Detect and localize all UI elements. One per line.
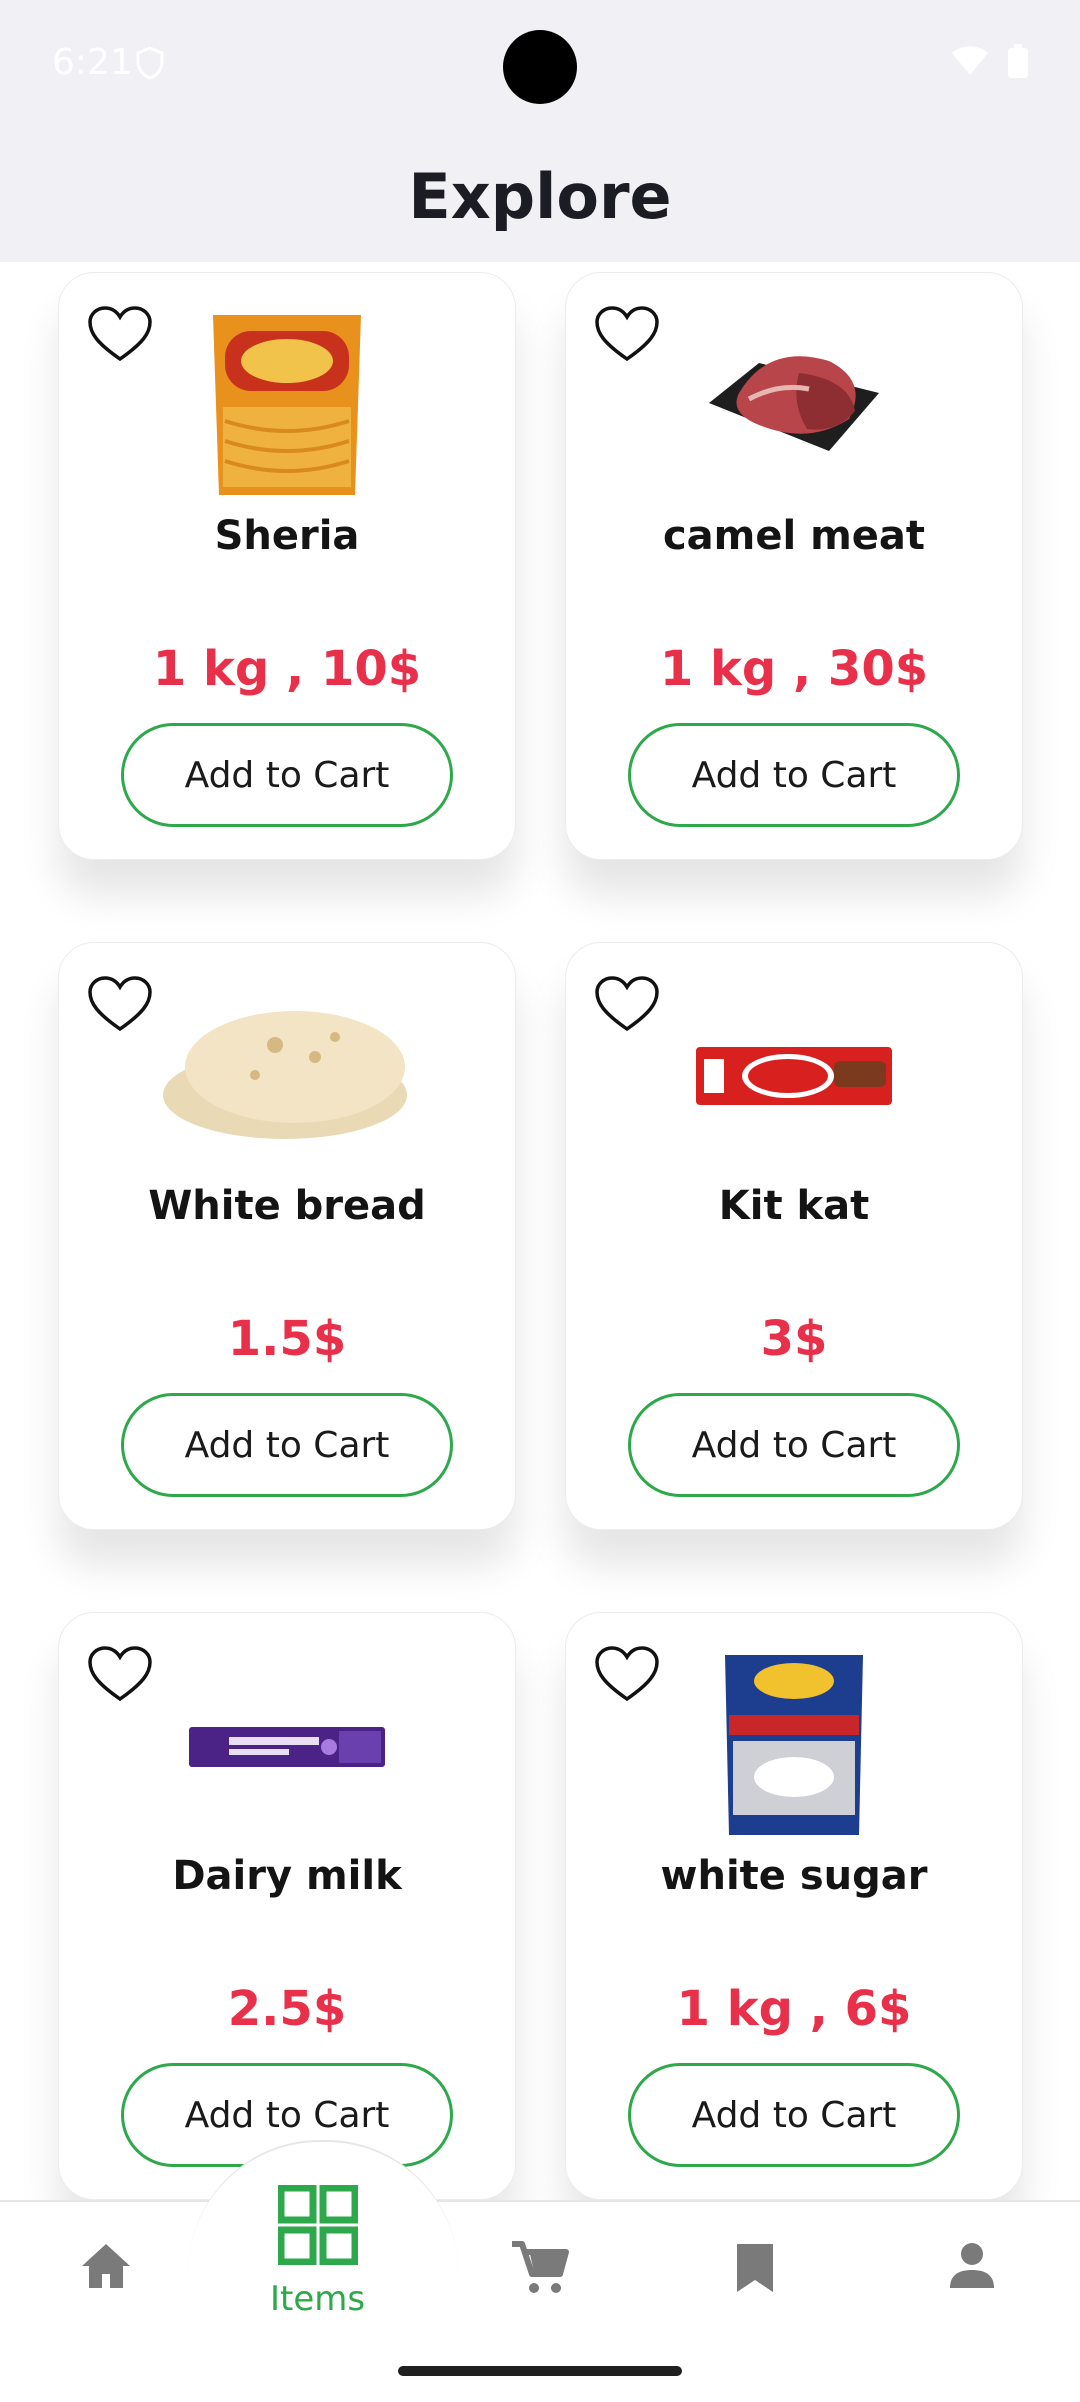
- nav-bookmarks[interactable]: [735, 2242, 775, 2298]
- product-price: 1.5$: [227, 1311, 347, 1367]
- nav-home[interactable]: [78, 2240, 134, 2296]
- product-price: 1 kg , 6$: [676, 1981, 912, 2037]
- camera-cutout: [503, 30, 577, 104]
- product-price: 1 kg , 30$: [659, 641, 929, 697]
- product-card[interactable]: Kit kat 3$ Add to Cart: [565, 942, 1023, 1530]
- vermicelli-bag-image: [205, 311, 369, 503]
- home-indicator: [398, 2366, 682, 2376]
- product-name: Sheria: [214, 513, 360, 559]
- product-name: Dairy milk: [172, 1853, 402, 1899]
- heart-icon[interactable]: [87, 975, 153, 1037]
- status-time: 6:21: [52, 42, 133, 83]
- status-bar: 6:21: [0, 0, 1080, 130]
- add-to-cart-button[interactable]: Add to Cart: [628, 723, 960, 827]
- product-card[interactable]: White bread 1.5$ Add to Cart: [58, 942, 516, 1530]
- nav-profile[interactable]: [948, 2242, 996, 2294]
- product-name: camel meat: [662, 513, 926, 559]
- bookmark-icon: [735, 2242, 775, 2298]
- nav-cart[interactable]: [510, 2240, 570, 2300]
- wifi-icon: [950, 45, 990, 81]
- heart-icon[interactable]: [594, 305, 660, 367]
- pita-bread-image: [155, 1005, 419, 1149]
- product-name: White bread: [148, 1183, 426, 1229]
- product-name: white sugar: [660, 1853, 928, 1899]
- add-to-cart-button[interactable]: Add to Cart: [121, 1393, 453, 1497]
- heart-icon[interactable]: [594, 975, 660, 1037]
- product-price: 1 kg , 10$: [152, 641, 422, 697]
- product-name: Kit kat: [718, 1183, 870, 1229]
- battery-icon: [1008, 44, 1028, 82]
- product-card[interactable]: white sugar 1 kg , 6$ Add to Cart: [565, 1612, 1023, 2200]
- meat-tray-image: [699, 333, 889, 467]
- sugar-bag-image: [721, 1651, 867, 1843]
- kitkat-bar-image: [696, 1043, 892, 1113]
- grid-icon: [277, 2184, 359, 2269]
- heart-icon[interactable]: [87, 305, 153, 367]
- person-icon: [948, 2242, 996, 2294]
- chocolate-bar-image: [189, 1723, 385, 1775]
- product-card[interactable]: Dairy milk 2.5$ Add to Cart: [58, 1612, 516, 2200]
- shield-icon: [135, 46, 165, 84]
- home-icon: [78, 2240, 134, 2296]
- heart-icon[interactable]: [87, 1645, 153, 1707]
- page-header: Explore: [0, 130, 1080, 262]
- add-to-cart-button[interactable]: Add to Cart: [628, 1393, 960, 1497]
- nav-items-label: Items: [270, 2279, 366, 2319]
- cart-icon: [510, 2240, 570, 2300]
- nav-items[interactable]: Items: [270, 2184, 366, 2319]
- add-to-cart-button[interactable]: Add to Cart: [121, 723, 453, 827]
- add-to-cart-button[interactable]: Add to Cart: [628, 2063, 960, 2167]
- product-grid[interactable]: Sheria 1 kg , 10$ Add to Cart camel meat…: [0, 262, 1080, 2200]
- product-card[interactable]: Sheria 1 kg , 10$ Add to Cart: [58, 272, 516, 860]
- product-card[interactable]: camel meat 1 kg , 30$ Add to Cart: [565, 272, 1023, 860]
- page-title: Explore: [408, 159, 672, 233]
- product-price: 2.5$: [227, 1981, 347, 2037]
- product-price: 3$: [760, 1311, 828, 1367]
- heart-icon[interactable]: [594, 1645, 660, 1707]
